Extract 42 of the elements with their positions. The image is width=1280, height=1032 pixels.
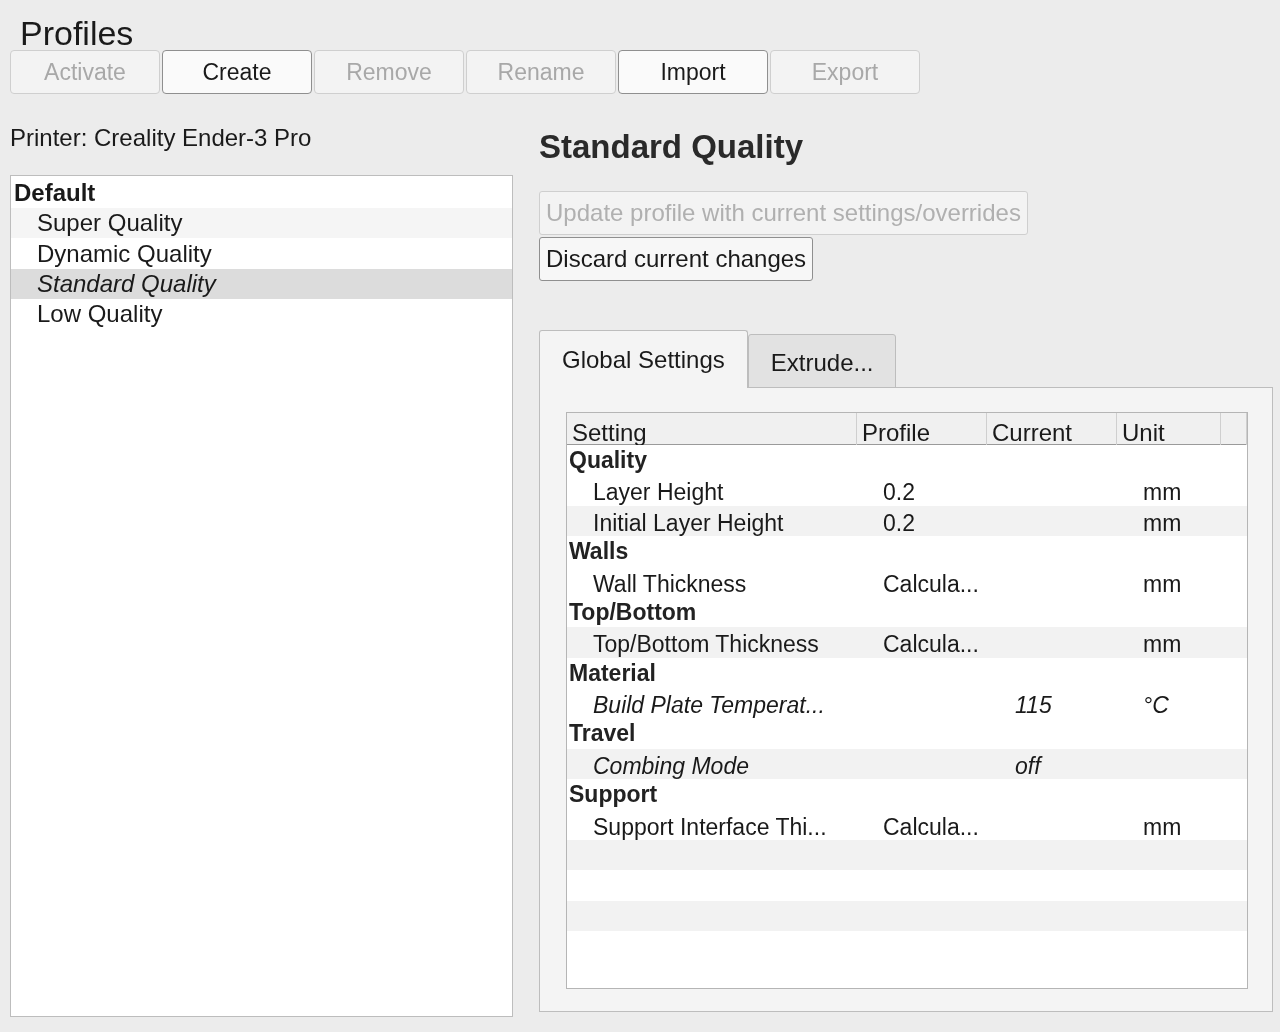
table-cell-text: 0.2: [882, 478, 916, 508]
table-cell-text: Layer Height: [592, 478, 725, 508]
table-cell-text: Wall Thickness: [592, 569, 748, 599]
group-label: Walls: [569, 537, 629, 567]
toolbar-button[interactable]: Import: [618, 50, 768, 94]
group-label: Travel: [569, 719, 636, 749]
table-row[interactable]: Combing Mode off: [567, 748, 1247, 780]
action-button[interactable]: Discard current changes: [539, 237, 814, 281]
table-cell-text: off: [1014, 751, 1044, 781]
profile-item[interactable]: Standard Quality: [11, 268, 512, 300]
table-cell-text: Combing Mode: [592, 751, 750, 781]
table-cell-text: 0.2: [882, 508, 916, 538]
table-row[interactable]: Top/Bottom Thickness Calcula... mm: [567, 627, 1247, 658]
printer-label: Printer: Creality Ender-3 Pro: [10, 123, 312, 153]
table-cell-text: Top/Bottom Thickness: [592, 630, 820, 660]
table-cell-text: mm: [1142, 478, 1183, 508]
profile-title: Standard Quality: [539, 127, 804, 167]
tab[interactable]: Extrude...: [747, 334, 897, 388]
table-cell-text: mm: [1142, 569, 1183, 599]
table-cell-text: Calcula...: [882, 630, 980, 660]
table-row[interactable]: Initial Layer Height 0.2 mm: [567, 505, 1247, 537]
table-cell-text: mm: [1142, 508, 1183, 538]
table-cell-text: Support Interface Thi...: [592, 812, 828, 842]
group-label: Support: [569, 780, 658, 810]
group-label: Quality: [569, 445, 647, 475]
table-cell-text: mm: [1142, 812, 1183, 842]
table-cell-text: Calcula...: [882, 812, 980, 842]
column-header[interactable]: Current: [987, 413, 1117, 445]
table-cell-text: Initial Layer Height: [592, 508, 785, 538]
table-cell-text: 115: [1014, 691, 1053, 721]
group-label: Default: [13, 178, 97, 208]
group-label: Top/Bottom: [569, 597, 697, 627]
group-label: Material: [569, 658, 656, 688]
profile-item[interactable]: Super Quality: [11, 208, 512, 239]
toolbar-button[interactable]: Create: [162, 50, 312, 94]
table-cell-text: °C: [1142, 691, 1170, 721]
table-cell-text: Build Plate Temperat...: [592, 691, 826, 721]
table-cell-text: mm: [1142, 630, 1183, 660]
table-cell-text: Calcula...: [882, 569, 980, 599]
column-header[interactable]: Unit: [1117, 413, 1221, 445]
tab[interactable]: Global Settings: [539, 330, 748, 388]
column-header[interactable]: Profile: [857, 413, 987, 445]
